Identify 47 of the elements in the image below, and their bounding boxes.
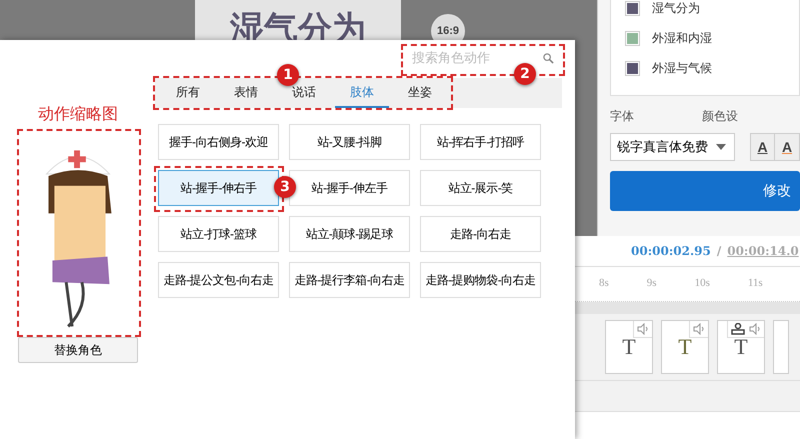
speaker-icon[interactable]	[749, 323, 761, 335]
current-time: 00:00:02.95	[631, 244, 711, 260]
action-button[interactable]: 走路-提公文包-向右走	[158, 262, 279, 298]
tick-label: 9s	[646, 277, 657, 291]
timeline-clip[interactable]: T	[717, 320, 765, 374]
action-button[interactable]: 走路-提行李箱-向右走	[289, 262, 410, 298]
layer-name[interactable]: 外湿和内湿	[652, 30, 712, 46]
time-separator: /	[716, 244, 722, 260]
caret-icon	[716, 144, 726, 150]
action-button[interactable]: 走路-向右走	[420, 216, 541, 252]
clip-label: T	[734, 336, 748, 358]
clip-label: T	[678, 336, 692, 358]
category-tab[interactable]: 表情	[219, 78, 273, 108]
font-label: 字体	[610, 108, 634, 125]
color-label: 颜色设	[702, 108, 738, 125]
annotation-label: 动作缩略图	[38, 104, 118, 125]
clip-label: T	[622, 336, 636, 358]
action-button[interactable]: 站立-展示-笑	[420, 170, 541, 206]
layer-name[interactable]: 外湿与气候	[652, 60, 712, 76]
category-tab[interactable]: 所有	[161, 78, 215, 108]
tick-label: 11s	[748, 277, 763, 291]
action-button[interactable]: 站-挥右手-打招呼	[420, 124, 541, 160]
speaker-icon[interactable]	[693, 323, 705, 335]
category-tab[interactable]: 坐姿	[393, 78, 447, 108]
text-color-button[interactable]: A	[750, 133, 776, 161]
layer-name[interactable]: 湿气分为	[652, 0, 700, 16]
replace-character-button[interactable]: 替换角色	[18, 337, 138, 363]
action-button[interactable]: 站-叉腰-抖脚	[289, 124, 410, 160]
category-tab[interactable]: 肢体	[335, 78, 389, 108]
text-color-button[interactable]: A	[775, 133, 800, 161]
action-button[interactable]: 走路-提购物袋-向右走	[420, 262, 541, 298]
font-dropdown[interactable]: 锐字真言体免费	[610, 133, 735, 161]
timeline-clip[interactable]: T	[605, 320, 653, 374]
speaker-icon[interactable]	[637, 323, 649, 335]
tick-label: 8s	[599, 277, 609, 291]
total-time: 00:00:14.0	[727, 244, 799, 260]
timeline-clip[interactable]	[773, 320, 789, 374]
action-button[interactable]: 站立-颠球-踢足球	[289, 216, 410, 252]
tick-label: 10s	[694, 277, 710, 291]
action-button[interactable]: 站立-打球-篮球	[158, 216, 279, 252]
action-button[interactable]: 站-握手-伸右手	[158, 170, 279, 206]
timeline-clip[interactable]: T	[661, 320, 709, 374]
action-button[interactable]: 站-握手-伸左手	[289, 170, 410, 206]
callout-badge: 1	[277, 64, 299, 86]
action-button[interactable]: 握手-向右侧身-欢迎	[158, 124, 279, 160]
apply-button[interactable]: 修改	[610, 171, 800, 211]
search-icon[interactable]	[543, 52, 554, 64]
